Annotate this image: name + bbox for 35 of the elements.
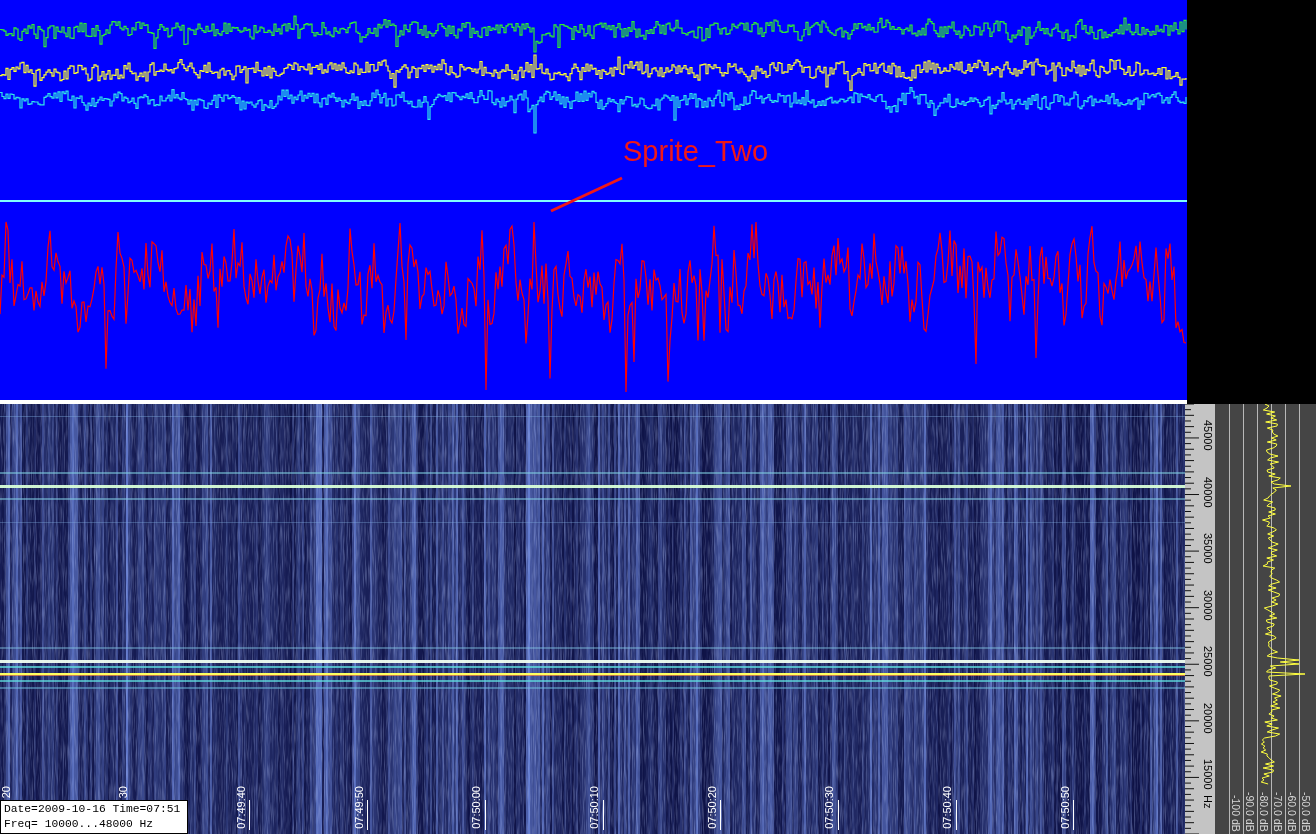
frequency-label: 45000 bbox=[1202, 420, 1213, 451]
frequency-label: 30000 bbox=[1202, 589, 1213, 621]
frequency-label: 35000 bbox=[1202, 533, 1213, 564]
info-line: Date=2009-10-16 Time=07:51 bbox=[4, 802, 182, 817]
time-label: 20 bbox=[0, 786, 12, 799]
db-label: -50.0 dB bbox=[1301, 792, 1311, 832]
time-label: 07:50:10 bbox=[589, 786, 600, 829]
info-line: Freq= 10000...48000 Hz bbox=[4, 817, 155, 832]
time-label: 30 bbox=[118, 786, 130, 799]
tick-mark bbox=[1073, 800, 1075, 830]
frequency-label: 40000 bbox=[1202, 476, 1213, 508]
tick-mark bbox=[484, 800, 486, 830]
tick-mark bbox=[249, 800, 251, 830]
time-label: 07:49:50 bbox=[353, 786, 365, 829]
frequency-label: 15000 bbox=[1202, 759, 1213, 791]
time-label: 07:50:20 bbox=[706, 786, 718, 829]
frequency-label: 25000 bbox=[1202, 646, 1213, 677]
db-label: -80.0 dB bbox=[1259, 792, 1269, 832]
tick-mark bbox=[367, 800, 369, 830]
time-label: 07:49:40 bbox=[235, 786, 247, 829]
tick-mark bbox=[720, 800, 722, 830]
time-label: 07:50:00 bbox=[471, 786, 483, 829]
frequency-label: 20000 bbox=[1202, 702, 1213, 734]
time-label: 07:50:50 bbox=[1059, 786, 1071, 829]
time-label: 07:50:30 bbox=[824, 786, 836, 829]
db-label: -90.0 dB bbox=[1245, 792, 1255, 832]
tick-mark bbox=[602, 800, 604, 830]
time-label: 07:50:40 bbox=[942, 786, 954, 829]
db-label: -60.0 dB bbox=[1287, 792, 1297, 832]
tick-mark bbox=[837, 800, 839, 830]
db-label: -70.0 dB bbox=[1273, 792, 1283, 832]
unit-label: Hz bbox=[1202, 795, 1213, 809]
db-label: -100 dB bbox=[1231, 795, 1241, 832]
tick-mark bbox=[955, 800, 957, 830]
annotation-label: Sprite_Two bbox=[623, 137, 769, 166]
